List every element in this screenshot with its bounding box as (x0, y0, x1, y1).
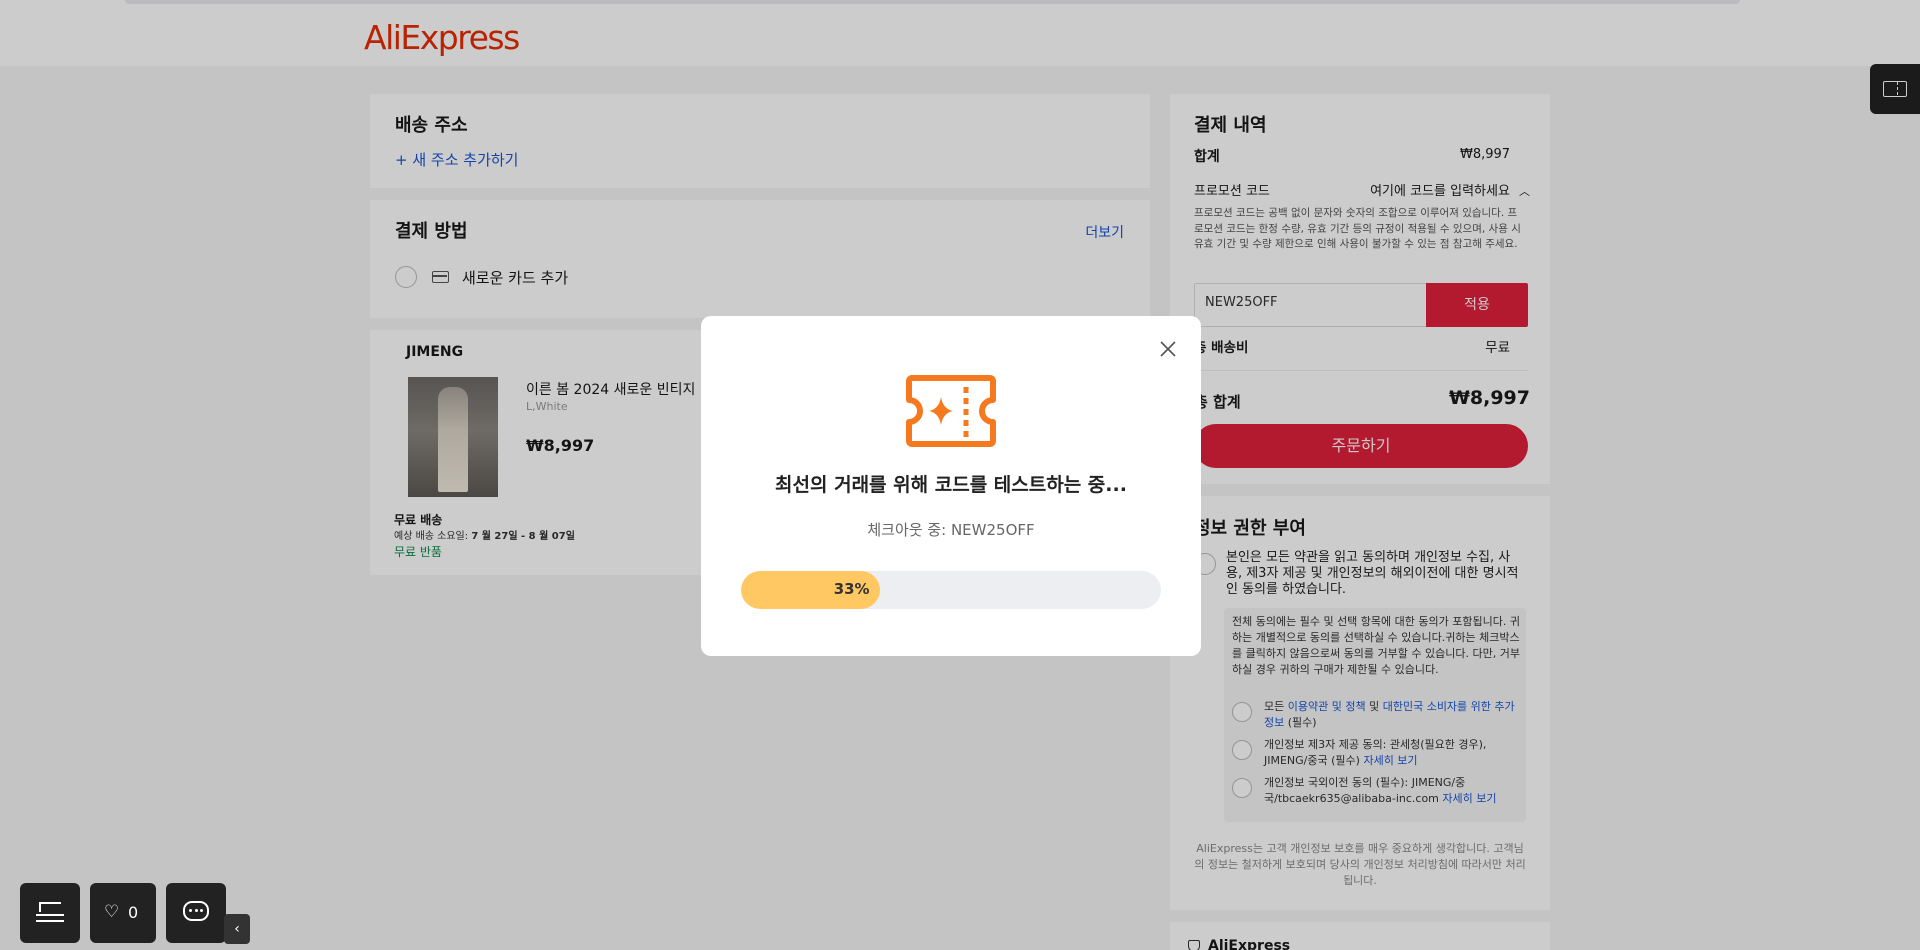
heart-icon: ♡ (104, 902, 120, 922)
progress-bar: 33% (741, 571, 1161, 609)
modal-title: 최선의 거래를 위해 코드를 테스트하는 중... (775, 474, 1127, 496)
promo-test-modal: 최선의 거래를 위해 코드를 테스트하는 중... 체크아웃 중: NEW25O… (701, 316, 1201, 656)
modal-subtitle: 체크아웃 중: NEW25OFF (867, 521, 1035, 539)
chat-button[interactable] (166, 883, 226, 943)
back-to-top-button[interactable] (20, 883, 80, 943)
close-icon[interactable] (1157, 338, 1179, 360)
chevron-left-icon: ‹ (234, 921, 240, 937)
wishlist-button[interactable]: ♡ 0 (90, 883, 156, 943)
stack-up-icon (36, 902, 64, 926)
collapse-float-button[interactable]: ‹ (224, 914, 250, 944)
coupon-ticket-icon (906, 375, 996, 451)
progress-label: 33% (833, 580, 870, 598)
wishlist-count: 0 (128, 903, 139, 922)
chat-icon (183, 901, 209, 921)
progress-fill: 33% (741, 571, 880, 609)
